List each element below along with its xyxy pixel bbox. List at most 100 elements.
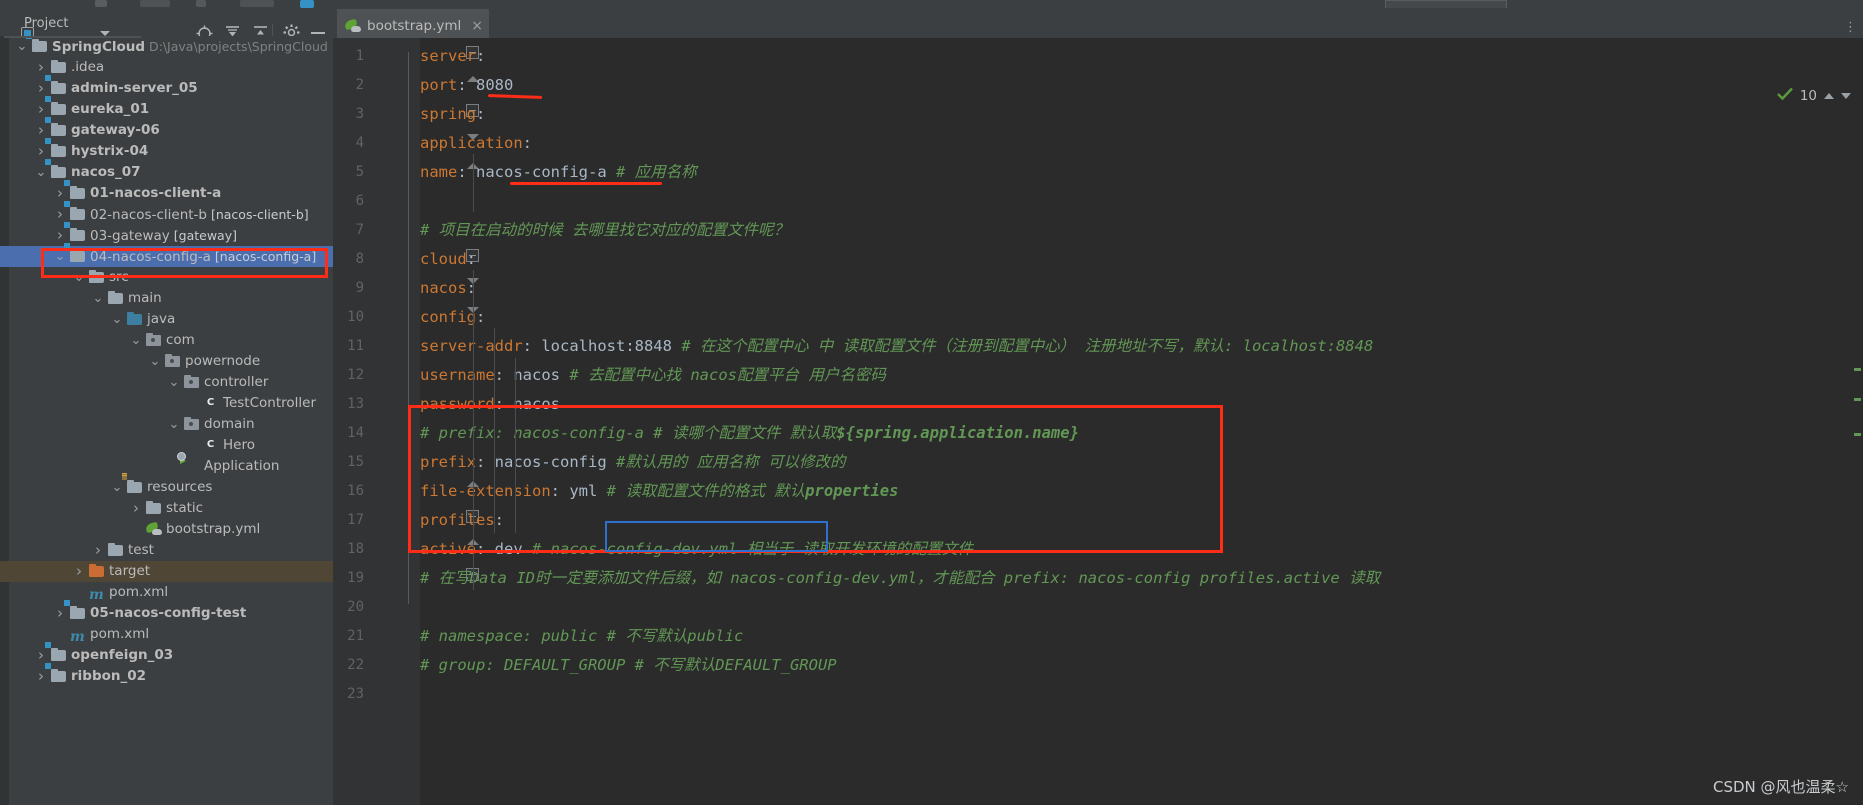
line-number: 22 xyxy=(347,657,364,673)
tree-item-label: resources xyxy=(147,479,213,495)
code-line[interactable]: file-extension: yml # 读取配置文件的格式 默认proper… xyxy=(420,477,898,506)
code-token: nacos xyxy=(513,366,560,384)
chevron-down-icon[interactable]: ⌄ xyxy=(111,477,123,498)
tree-item-testcontroller[interactable]: TestController xyxy=(0,393,333,414)
tree-item-pom-xml[interactable]: m pom.xml xyxy=(0,582,333,603)
code-line[interactable]: cloud: xyxy=(420,245,476,274)
hide-panel-icon[interactable] xyxy=(311,32,325,34)
code-line[interactable]: username: nacos # 去配置中心找 nacos配置平台 用户名密码 xyxy=(420,361,886,390)
chevron-right-icon[interactable]: › xyxy=(54,603,66,624)
tree-item-03-gateway[interactable]: › 03-gateway [gateway] xyxy=(0,222,333,246)
chevron-down-icon[interactable]: ⌄ xyxy=(73,267,85,288)
project-tree[interactable]: ⌄ SpringCloud D:\Java\projects\SpringClou… xyxy=(0,36,333,805)
chevron-down-icon[interactable]: ⌄ xyxy=(168,372,180,393)
folder-icon xyxy=(89,270,105,285)
module-folder-icon xyxy=(64,222,86,243)
toolbar-icon-4[interactable] xyxy=(240,0,274,7)
tree-item-com[interactable]: ⌄ com xyxy=(0,330,333,351)
chevron-down-icon[interactable]: ⌄ xyxy=(35,162,47,183)
line-number: 9 xyxy=(355,280,364,296)
line-number: 14 xyxy=(347,425,364,441)
marker-stripe[interactable] xyxy=(1854,368,1861,371)
code-line[interactable]: # prefix: nacos-config-a # 读哪个配置文件 默认取${… xyxy=(420,419,1079,448)
code-line[interactable]: profiles: xyxy=(420,506,504,535)
code-token: # 读取配置文件的格式 默认 xyxy=(597,482,806,500)
code-editor[interactable]: 1 2 3 4 5 6 7 8 9 10 11 12 13 14 15 16 17 18 19 20 21 22 23 se… xyxy=(333,38,1863,805)
tree-item-label: main xyxy=(128,290,162,306)
code-line[interactable]: spring: xyxy=(420,100,485,129)
tree-item-controller[interactable]: ⌄ controller xyxy=(0,372,333,393)
project-panel-header[interactable]: Project xyxy=(0,10,333,42)
tree-item-05-nacos-config-test[interactable]: › 05-nacos-config-test xyxy=(0,600,333,624)
chevron-down-icon[interactable]: ⌄ xyxy=(111,309,123,330)
code-line[interactable]: prefix: nacos-config #默认用的 应用名称 可以修改的 xyxy=(420,448,846,477)
tree-item-static[interactable]: › static xyxy=(0,498,333,519)
code-line[interactable]: # 在写Data ID时一定要添加文件后缀，如 nacos-config-dev… xyxy=(420,564,1380,593)
tree-item-01-nacos-client-a[interactable]: › 01-nacos-client-a xyxy=(0,180,333,204)
chevron-up-icon[interactable] xyxy=(1824,92,1834,99)
tree-item-ribbon-02[interactable]: › ribbon_02 xyxy=(0,663,333,687)
code-token: : xyxy=(466,279,477,297)
fold-column[interactable] xyxy=(397,38,479,805)
code-line[interactable]: # namespace: public # 不写默认public xyxy=(420,622,743,651)
chevron-down-icon[interactable]: ⌄ xyxy=(149,351,161,372)
tree-item-nacos-07[interactable]: ⌄ nacos_07 xyxy=(0,159,333,183)
code-line[interactable]: config: xyxy=(420,303,485,332)
chevron-down-icon[interactable]: ⌄ xyxy=(92,288,104,309)
inspection-count: 10 xyxy=(1799,87,1817,104)
tree-item-main[interactable]: ⌄ main xyxy=(0,288,333,309)
tree-item-java[interactable]: ⌄ java xyxy=(0,309,333,330)
tab-options-icon[interactable]: ⋮ xyxy=(1844,20,1859,35)
code-token: config xyxy=(420,308,476,326)
tree-item-bootstrap-yml[interactable]: bootstrap.yml xyxy=(0,519,333,540)
tree-item-04-nacos-config-a[interactable]: ⌄ 04-nacos-config-a [nacos-config-a] xyxy=(0,243,333,267)
chevron-right-icon[interactable]: › xyxy=(73,561,85,582)
tree-item-test[interactable]: › test xyxy=(0,540,333,561)
tree-item-label: 01-nacos-client-a xyxy=(90,185,222,201)
toolbar-icon-2[interactable] xyxy=(140,0,170,7)
tree-item-label: ribbon_02 xyxy=(71,668,147,684)
tree-item-hero[interactable]: Hero xyxy=(0,435,333,456)
code-token: profiles xyxy=(420,511,495,529)
code-token: cloud xyxy=(420,250,467,268)
chevron-right-icon[interactable]: › xyxy=(130,498,142,519)
code-line[interactable]: # group: DEFAULT_GROUP # 不写默认DEFAULT_GRO… xyxy=(420,651,837,680)
toolbar-icon-1[interactable] xyxy=(95,0,107,7)
chevron-down-icon[interactable]: ⌄ xyxy=(16,36,28,57)
chevron-down-icon[interactable]: ⌄ xyxy=(168,414,180,435)
code-content[interactable]: server: port: 8080 spring: application: n… xyxy=(420,38,1863,805)
code-token: application xyxy=(420,134,523,152)
code-token: : xyxy=(476,47,486,65)
chevron-down-icon[interactable]: ⌄ xyxy=(130,330,142,351)
marker-stripe[interactable] xyxy=(1854,433,1861,436)
toolbar-icon-3[interactable] xyxy=(196,0,206,7)
chevron-right-icon[interactable]: › xyxy=(35,666,47,687)
code-line[interactable]: server-addr: localhost:8848 # 在这个配置中心 中 … xyxy=(420,332,1373,361)
inspection-widget[interactable]: 10 xyxy=(1776,86,1851,105)
code-line[interactable]: active: dev # nacos-config-dev.yml 相当于 读… xyxy=(420,535,973,564)
source-folder-icon xyxy=(127,312,143,327)
code-line[interactable]: nacos: xyxy=(420,274,476,303)
tree-item-target[interactable]: › target xyxy=(0,561,333,582)
code-line[interactable]: password: nacos xyxy=(420,390,560,419)
tree-item-src[interactable]: ⌄ src xyxy=(0,267,333,288)
tree-item-domain[interactable]: ⌄ domain xyxy=(0,414,333,435)
chevron-right-icon[interactable]: › xyxy=(92,540,104,561)
chevron-down-icon[interactable] xyxy=(1841,92,1851,99)
code-token: : xyxy=(494,366,514,384)
tree-item-resources[interactable]: ⌄ resources xyxy=(0,473,333,498)
code-line[interactable]: # 项目在启动的时候 去哪里找它对应的配置文件呢？ xyxy=(420,216,789,245)
tree-item-label: 04-nacos-config-a [nacos-config-a] xyxy=(90,249,317,265)
tab-bootstrap-yml[interactable]: bootstrap.yml × xyxy=(337,9,490,40)
tree-item-02-nacos-client-b[interactable]: › 02-nacos-client-b [nacos-client-b] xyxy=(0,201,333,225)
tree-item-application[interactable]: Application xyxy=(0,452,333,477)
tree-item-powernode[interactable]: ⌄ powernode xyxy=(0,351,333,372)
marker-stripe[interactable] xyxy=(1854,398,1861,401)
code-line[interactable]: application: xyxy=(420,129,532,158)
code-line[interactable]: server: xyxy=(420,42,485,71)
editor-tab-bar[interactable]: bootstrap.yml × ⋮ xyxy=(333,8,1863,40)
close-icon[interactable]: × xyxy=(471,19,483,33)
toolbar-run-icon[interactable] xyxy=(300,0,314,8)
chevron-down-icon[interactable]: ⌄ xyxy=(54,246,66,267)
tree-item-springcloud[interactable]: ⌄ SpringCloud D:\Java\projects\SpringClou… xyxy=(0,36,333,57)
